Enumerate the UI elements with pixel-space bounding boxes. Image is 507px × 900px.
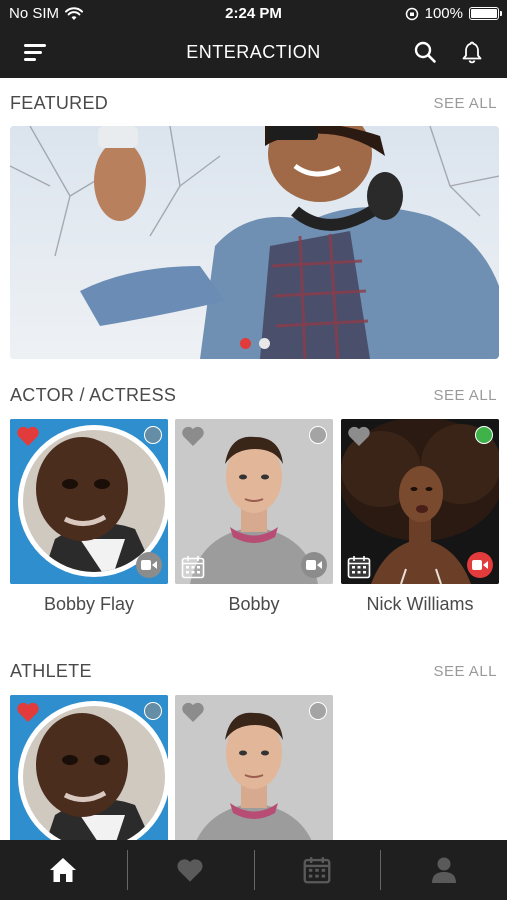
- actors-see-all-link[interactable]: SEE ALL: [433, 387, 497, 404]
- calendar-icon[interactable]: [347, 555, 371, 579]
- profile-icon: [431, 857, 456, 883]
- talent-card[interactable]: [175, 695, 333, 860]
- actors-title: ACTOR / ACTRESS: [10, 385, 177, 405]
- select-radio[interactable]: [475, 426, 493, 444]
- calendar-icon: [303, 857, 331, 884]
- battery-icon: [469, 7, 502, 20]
- tab-calendar[interactable]: [253, 840, 381, 900]
- talent-photo: [10, 419, 168, 584]
- featured-see-all-link[interactable]: SEE ALL: [433, 95, 497, 112]
- talent-photo: [10, 695, 168, 860]
- favorite-heart-icon[interactable]: [181, 701, 205, 723]
- select-radio[interactable]: [144, 426, 162, 444]
- orientation-lock-icon: [405, 7, 418, 20]
- talent-photo: [341, 419, 499, 584]
- athletes-see-all-link[interactable]: SEE ALL: [433, 663, 497, 680]
- calendar-icon[interactable]: [181, 555, 205, 579]
- bottom-tab-bar: [0, 840, 507, 900]
- top-bar: No SIM 2:24 PM 100% ENTERACTION: [0, 0, 507, 78]
- home-icon: [50, 858, 77, 882]
- carousel-dots: [10, 338, 499, 349]
- talent-name: Bobby: [228, 594, 280, 614]
- favorite-heart-icon[interactable]: [16, 425, 40, 447]
- favorite-heart-icon[interactable]: [347, 425, 371, 447]
- battery-percent: 100%: [424, 5, 463, 22]
- video-call-icon[interactable]: [301, 552, 327, 578]
- talent-card[interactable]: Bobby: [175, 419, 333, 615]
- actors-header: ACTOR / ACTRESS SEE ALL: [10, 385, 497, 407]
- select-radio[interactable]: [144, 702, 162, 720]
- favorite-heart-icon[interactable]: [181, 425, 205, 447]
- talent-photo: [175, 695, 333, 860]
- video-call-icon[interactable]: [467, 552, 493, 578]
- heart-icon: [177, 859, 203, 882]
- featured-photo: [10, 126, 499, 359]
- tab-favorites[interactable]: [126, 840, 254, 900]
- featured-title: FEATURED: [10, 93, 109, 113]
- athletes-title: ATHLETE: [10, 661, 92, 681]
- featured-header: FEATURED SEE ALL: [10, 93, 497, 115]
- video-call-icon[interactable]: [136, 552, 162, 578]
- select-radio[interactable]: [309, 426, 327, 444]
- talent-photo: [175, 419, 333, 584]
- tab-home[interactable]: [0, 840, 127, 900]
- talent-card[interactable]: Nick Williams: [341, 419, 499, 615]
- tab-profile[interactable]: [380, 840, 507, 900]
- talent-card[interactable]: Bobby Flay: [10, 419, 168, 615]
- talent-name: Bobby Flay: [43, 594, 135, 614]
- favorite-heart-icon[interactable]: [16, 701, 40, 723]
- select-radio[interactable]: [309, 702, 327, 720]
- bell-icon[interactable]: [460, 40, 484, 64]
- athletes-header: ATHLETE SEE ALL: [10, 661, 497, 683]
- featured-banner[interactable]: [10, 126, 499, 359]
- status-right: 100%: [405, 5, 502, 22]
- carousel-dot[interactable]: [258, 338, 270, 349]
- talent-card[interactable]: [10, 695, 168, 860]
- app-header: ENTERACTION: [0, 28, 507, 78]
- talent-name: Nick Williams: [366, 594, 474, 614]
- search-icon[interactable]: [413, 40, 437, 64]
- carousel-dot[interactable]: [239, 338, 251, 349]
- status-bar: No SIM 2:24 PM 100%: [0, 0, 507, 28]
